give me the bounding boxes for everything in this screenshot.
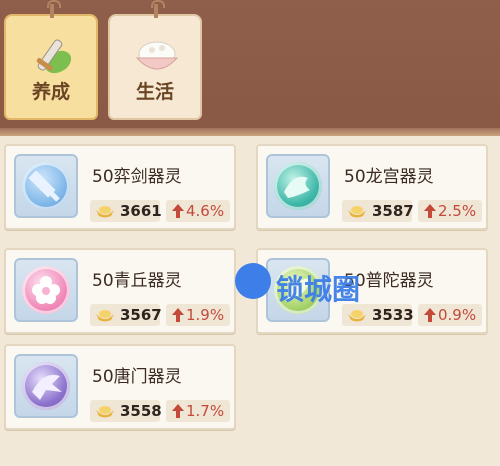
change-box: 4.6%: [166, 200, 230, 222]
change-box: 1.7%: [166, 400, 230, 422]
up-arrow-icon: [172, 308, 184, 322]
item-name: 50青丘器灵: [92, 271, 182, 291]
price-change: 0.9%: [438, 306, 477, 324]
gold-ingot-icon: [96, 206, 114, 218]
watermark-text: 锁城圈: [276, 273, 361, 306]
change-box: 2.5%: [418, 200, 482, 222]
item-icon-frame: [14, 258, 78, 322]
tab-life[interactable]: 生活: [108, 0, 202, 120]
price-change: 4.6%: [186, 202, 225, 220]
tab-life-label: 生活: [135, 81, 174, 103]
item-price: 3533: [372, 306, 414, 324]
price-change: 2.5%: [438, 202, 477, 220]
tab-develop-label: 养成: [31, 81, 70, 103]
price-change: 1.7%: [186, 402, 225, 420]
tab-develop[interactable]: 养成: [4, 0, 98, 120]
item-name: 50弈剑器灵: [92, 167, 182, 187]
gold-ingot-icon: [96, 310, 114, 322]
price-box: 3558: [90, 400, 162, 422]
price-box: 3587: [342, 200, 414, 222]
price-box: 3567: [90, 304, 162, 326]
item-card-qingqiu[interactable]: 50青丘器灵 3567 1.9%: [4, 248, 236, 334]
change-box: 0.9%: [418, 304, 482, 326]
item-price: 3587: [372, 202, 414, 220]
sword-spirit-icon: [22, 162, 70, 210]
dragon-spirit-icon: [274, 162, 322, 210]
item-price: 3661: [120, 202, 162, 220]
up-arrow-icon: [172, 204, 184, 218]
price-box: 3661: [90, 200, 162, 222]
gold-ingot-icon: [348, 206, 366, 218]
hanging-hook: [151, 0, 165, 18]
item-name: 50唐门器灵: [92, 367, 182, 387]
change-box: 1.9%: [166, 304, 230, 326]
up-arrow-icon: [172, 404, 184, 418]
claw-spirit-icon: [22, 362, 70, 410]
header-edge: [0, 128, 500, 136]
item-name: 50龙宫器灵: [344, 167, 434, 187]
price-change: 1.9%: [186, 306, 225, 324]
watermark-logo-icon: [235, 263, 271, 299]
item-icon-frame: [266, 154, 330, 218]
item-card-tangmen[interactable]: 50唐门器灵 3558 1.7%: [4, 344, 236, 430]
item-card-yijian[interactable]: 50弈剑器灵 3661 4.6%: [4, 144, 236, 230]
hanging-hook: [47, 0, 61, 18]
gold-ingot-icon: [96, 406, 114, 418]
flower-spirit-icon: [22, 266, 70, 314]
item-icon-frame: [14, 354, 78, 418]
item-price: 3558: [120, 402, 162, 420]
up-arrow-icon: [424, 204, 436, 218]
item-price: 3567: [120, 306, 162, 324]
item-card-longgong[interactable]: 50龙宫器灵 3587 2.5%: [256, 144, 488, 230]
gold-ingot-icon: [348, 310, 366, 322]
up-arrow-icon: [424, 308, 436, 322]
item-icon-frame: [14, 154, 78, 218]
